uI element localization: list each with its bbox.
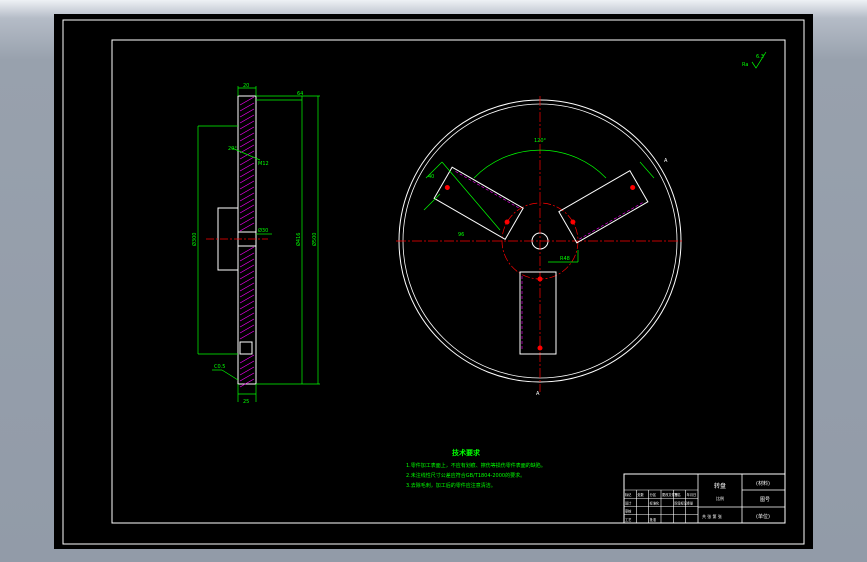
title-block-cell: 批准 xyxy=(650,517,657,522)
material-label: (材料) xyxy=(756,480,770,487)
title-block-cell: 处数 xyxy=(637,492,644,497)
hatch-line xyxy=(239,162,255,172)
dim-top-right-label: 64 xyxy=(297,91,303,97)
hatch-line xyxy=(239,378,255,388)
slot-left xyxy=(433,166,524,241)
hatch-line xyxy=(239,132,255,142)
section-mark-bottom: A xyxy=(536,391,540,397)
title-block-cell: 分区 xyxy=(650,492,657,497)
title-block-cell: 重量 xyxy=(687,500,694,505)
dim-top-label: 20 xyxy=(243,83,249,89)
hatch-line xyxy=(239,246,255,256)
hatch-line xyxy=(239,210,255,220)
dim-right-height-label: Ø500 xyxy=(311,233,318,246)
title-block-cell: 设计 xyxy=(625,500,632,505)
hatch-line xyxy=(239,102,255,112)
hatch-line xyxy=(239,330,255,340)
bottom-slot xyxy=(239,341,253,355)
hatch-line xyxy=(239,168,255,178)
svg-text:6.3: 6.3 xyxy=(756,54,764,60)
hatch-line xyxy=(239,108,255,118)
title-block-cell: 签名 xyxy=(674,492,680,497)
hatch-line xyxy=(239,252,255,262)
inner-frame xyxy=(111,39,786,524)
part-name: 转盘 xyxy=(714,482,726,490)
angle-label: 120° xyxy=(534,138,547,144)
radius-label: R48 xyxy=(560,256,570,262)
front-view[interactable]: 120° 40 96 R48 A A xyxy=(396,96,684,397)
hatch-line xyxy=(239,324,255,334)
scale-label: 比例 xyxy=(716,495,724,501)
hatch-line xyxy=(239,120,255,130)
technical-notes: 技术要求 1.零件加工表面上，不应有划痕、擦伤等损伤零件表面的缺陷。 2.未注线… xyxy=(406,448,546,489)
hatch-line xyxy=(239,360,255,370)
hatch-line xyxy=(239,288,255,298)
slot-right xyxy=(558,169,649,244)
notes-title: 技术要求 xyxy=(452,448,481,457)
hatch-line xyxy=(239,264,255,274)
dim-bore-label: Ø30 xyxy=(258,227,268,234)
hatch-line xyxy=(239,294,255,304)
hatch-line xyxy=(239,306,255,316)
hatch-line xyxy=(239,216,255,226)
hatch-line xyxy=(239,312,255,322)
hatch-line xyxy=(239,114,255,124)
hatch-line xyxy=(239,318,255,328)
dim-small-b-label: M12 xyxy=(258,161,269,167)
hatch-line xyxy=(239,276,255,286)
hatch-line xyxy=(239,222,255,232)
notes-line-2: 2.未注线性尺寸公差应符合GB/T1804-2000的要求。 xyxy=(406,472,525,479)
dim-left-height-label: Ø300 xyxy=(191,233,198,246)
hatch-line xyxy=(239,300,255,310)
hatch-line xyxy=(239,354,255,364)
title-block-cell: 审核 xyxy=(625,509,632,514)
company-label: (单位) xyxy=(756,513,770,520)
hatch-line xyxy=(239,156,255,166)
slot-bottom xyxy=(519,271,557,355)
title-block: 转盘 (材料) 图号 (单位) 共 张 第 张 比例 标记 处数 分区 更改文件号签名… xyxy=(623,473,786,524)
roughness-symbol: Ra 6.3 xyxy=(742,51,767,69)
hatch-line xyxy=(239,270,255,280)
svg-text:Ra: Ra xyxy=(742,62,748,68)
drawing-number: 图号 xyxy=(760,497,770,503)
hatch-line xyxy=(239,144,255,154)
hatch-line xyxy=(239,204,255,214)
side-view[interactable]: 20 64 25 Ø300 Ø416 Ø500 20° M12 Ø30 C0.5 xyxy=(191,83,320,405)
chamfer-label: C0.5 xyxy=(214,364,225,370)
hatch-line xyxy=(239,96,255,106)
hatch-line xyxy=(239,174,255,184)
hatch-line xyxy=(239,258,255,268)
hatch-line xyxy=(239,138,255,148)
notes-line-1: 1.零件加工表面上，不应有划痕、擦伤等损伤零件表面的缺陷。 xyxy=(406,462,546,469)
dim-bottom-label: 25 xyxy=(243,399,249,405)
dim-small-a-label: 20° xyxy=(228,146,237,152)
slot-width-label: 40 xyxy=(428,174,434,180)
notes-line-3: 3.去除毛刺，加工后的零件应注意清洁。 xyxy=(406,482,496,489)
dim-mid-height-label: Ø416 xyxy=(295,233,302,246)
title-block-cell: 年月日 xyxy=(687,492,697,497)
hatch-line xyxy=(239,180,255,190)
hatch-line xyxy=(239,186,255,196)
sheet-label: 共 张 第 张 xyxy=(702,513,722,519)
cad-drawing-canvas[interactable]: 20 64 25 Ø300 Ø416 Ø500 20° M12 Ø30 C0.5 xyxy=(0,0,867,562)
hatch-line xyxy=(239,282,255,292)
title-block-cell: 标记 xyxy=(625,492,632,497)
title-block-cell: 标准化 xyxy=(650,500,660,505)
hatch-line xyxy=(239,126,255,136)
front-dimensions xyxy=(423,149,655,263)
hatch-line xyxy=(239,366,255,376)
title-block-cell: 工艺 xyxy=(625,517,631,522)
hatch-line xyxy=(239,372,255,382)
section-mark-top: A xyxy=(664,158,668,164)
hatch-line xyxy=(239,192,255,202)
hatch-line xyxy=(239,198,255,208)
slot-length-label: 96 xyxy=(458,232,464,238)
